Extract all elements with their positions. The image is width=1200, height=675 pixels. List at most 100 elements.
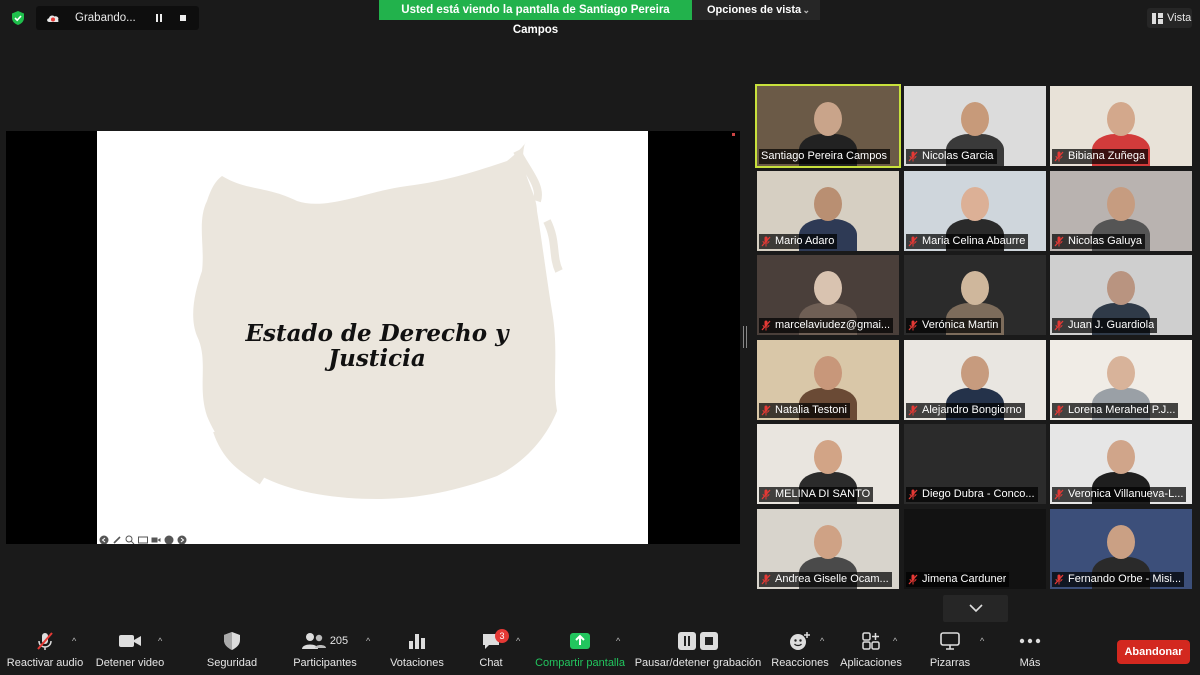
split-divider-handle[interactable]	[743, 326, 747, 348]
muted-microphone-icon	[37, 632, 53, 650]
participant-tile[interactable]: Nicolas Garcia	[904, 86, 1046, 166]
muted-microphone-icon	[908, 489, 918, 500]
participant-name-label: Maria Celina Abaurre	[906, 234, 1029, 249]
more-dots-icon	[1019, 638, 1041, 644]
participant-tile[interactable]: Veronica Villanueva-L...	[1050, 424, 1192, 504]
share-options-caret-icon[interactable]: ^	[616, 636, 620, 646]
participant-name-label: Santiago Pereira Campos	[759, 149, 890, 164]
participant-name: Veronica Villanueva-L...	[1068, 488, 1184, 500]
pen-icon[interactable]	[112, 532, 122, 544]
participant-tile[interactable]: MELINA DI SANTO	[757, 424, 899, 504]
participant-tile[interactable]: Juan J. Guardiola	[1050, 255, 1192, 335]
presentation-slide: Estado de Derecho y Justicia	[97, 131, 648, 544]
stop-recording-icon[interactable]	[175, 10, 191, 26]
participant-name: Santiago Pereira Campos	[761, 150, 887, 162]
participant-silhouette-head	[1107, 271, 1135, 305]
participant-tile[interactable]: Bibiana Zuñega	[1050, 86, 1192, 166]
camera-icon[interactable]	[151, 532, 161, 543]
chat-unread-badge: 3	[495, 629, 509, 643]
slide-title-line2: Justicia	[328, 345, 426, 372]
participant-tile[interactable]: Fernando Orbe - Misi...	[1050, 509, 1192, 589]
back-arrow-icon[interactable]	[99, 532, 109, 544]
participant-name: Jimena Carduner	[922, 573, 1007, 585]
participant-name: Verónica Martin	[922, 319, 999, 331]
zoom-icon[interactable]	[125, 532, 135, 544]
more-label: Más	[1019, 657, 1041, 669]
whiteboards-options-caret-icon[interactable]: ^	[980, 636, 984, 646]
subtitles-icon[interactable]	[138, 532, 148, 544]
whiteboard-icon	[940, 632, 960, 650]
apps-button[interactable]: Aplicaciones	[838, 627, 904, 675]
participant-name-label: marcelaviudez@gmai...	[759, 318, 894, 333]
more-button[interactable]: Más	[1010, 627, 1050, 675]
zoom-meeting-window: Grabando... Usted está viendo la pantall…	[0, 0, 1200, 675]
participant-tile[interactable]: Natalia Testoni	[757, 340, 899, 420]
participant-silhouette-head	[814, 271, 842, 305]
recording-indicator: Grabando...	[36, 6, 199, 30]
apps-icon	[862, 632, 880, 650]
chat-button[interactable]: 3 Chat	[470, 627, 512, 675]
participants-options-caret-icon[interactable]: ^	[366, 636, 370, 646]
muted-microphone-icon	[908, 151, 918, 162]
muted-microphone-icon	[908, 405, 918, 416]
bar-chart-icon	[409, 634, 425, 649]
participant-tile[interactable]: Mario Adaro	[757, 171, 899, 251]
participant-tile[interactable]: Nicolas Galuya	[1050, 171, 1192, 251]
reactions-options-caret-icon[interactable]: ^	[820, 636, 824, 646]
muted-microphone-icon	[1054, 574, 1064, 585]
participant-silhouette-head	[814, 102, 842, 136]
gallery-next-page-button[interactable]	[943, 595, 1008, 622]
shared-screen[interactable]: Estado de Derecho y Justicia	[6, 131, 740, 544]
participant-name-label: Nicolas Garcia	[906, 149, 997, 164]
participant-tile[interactable]: Santiago Pereira Campos	[755, 84, 901, 168]
participant-tile[interactable]: Alejandro Bongiorno	[904, 340, 1046, 420]
chat-options-caret-icon[interactable]: ^	[516, 636, 520, 646]
participant-name: Nicolas Garcia	[922, 150, 994, 162]
participant-tile[interactable]: marcelaviudez@gmai...	[757, 255, 899, 335]
share-screen-button[interactable]: Compartir pantalla	[533, 627, 627, 675]
participant-name-label: Verónica Martin	[906, 318, 1002, 333]
participant-tile[interactable]: Maria Celina Abaurre	[904, 171, 1046, 251]
view-button[interactable]: Vista	[1147, 8, 1192, 28]
encryption-shield-icon[interactable]	[10, 10, 26, 26]
security-button[interactable]: Seguridad	[200, 627, 264, 675]
participant-name-label: Mario Adaro	[759, 234, 838, 249]
participant-name-label: Alejandro Bongiorno	[906, 403, 1025, 418]
participant-name: Alejandro Bongiorno	[922, 404, 1022, 416]
participant-tile[interactable]: Verónica Martin	[904, 255, 1046, 335]
participant-silhouette-head	[961, 102, 989, 136]
participant-tile[interactable]: Diego Dubra - Conco...	[904, 424, 1046, 504]
unmute-button[interactable]: Reactivar audio	[5, 627, 85, 675]
forward-arrow-icon[interactable]	[177, 532, 187, 544]
leave-meeting-button[interactable]: Abandonar	[1117, 640, 1190, 664]
muted-microphone-icon	[1054, 151, 1064, 162]
participant-name: Maria Celina Abaurre	[922, 235, 1026, 247]
participant-name-label: Nicolas Galuya	[1052, 234, 1145, 249]
participant-tile[interactable]: Andrea Giselle Ocam...	[757, 509, 899, 589]
participant-tile[interactable]: Jimena Carduner	[904, 509, 1046, 589]
pause-recording-icon[interactable]	[151, 10, 167, 26]
pause-stop-recording-button[interactable]: Pausar/detener grabación	[635, 627, 761, 675]
video-options-caret-icon[interactable]: ^	[158, 636, 162, 646]
smiley-add-icon	[790, 632, 810, 650]
stop-video-label: Detener video	[95, 657, 165, 669]
stop-video-button[interactable]: Detener video	[95, 627, 165, 675]
muted-microphone-icon	[761, 320, 771, 331]
participant-name: Bibiana Zuñega	[1068, 150, 1146, 162]
whiteboards-button[interactable]: Pizarras	[925, 627, 975, 675]
muted-microphone-icon	[761, 489, 771, 500]
audio-options-caret-icon[interactable]: ^	[72, 636, 76, 646]
more-options-icon[interactable]	[164, 532, 174, 544]
muted-microphone-icon	[761, 236, 771, 247]
participant-tile[interactable]: Lorena Merahed P.J...	[1050, 340, 1192, 420]
participant-name: Mario Adaro	[775, 235, 835, 247]
view-options-button[interactable]: Opciones de vista ⌄	[692, 0, 820, 20]
muted-microphone-icon	[1054, 236, 1064, 247]
apps-options-caret-icon[interactable]: ^	[893, 636, 897, 646]
participant-silhouette-head	[1107, 525, 1135, 559]
participant-name: Lorena Merahed P.J...	[1068, 404, 1176, 416]
participant-name: Natalia Testoni	[775, 404, 847, 416]
reactions-button[interactable]: Reacciones	[770, 627, 830, 675]
polls-button[interactable]: Votaciones	[386, 627, 448, 675]
participants-button[interactable]: 205 Participantes	[290, 627, 360, 675]
